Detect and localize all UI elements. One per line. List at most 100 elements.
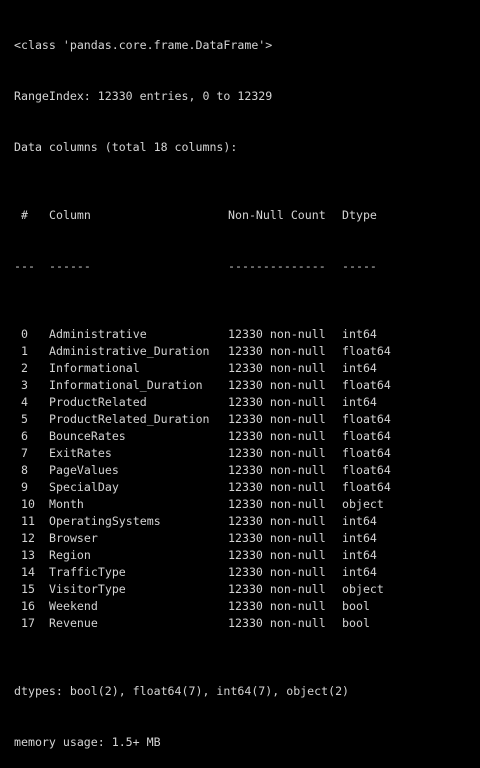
row-dtype: int64 xyxy=(342,395,377,409)
row-column-name: Informational xyxy=(49,361,140,375)
row-column-name: Browser xyxy=(49,531,98,545)
row-column-name: ProductRelated_Duration xyxy=(49,412,210,426)
row-non-null-count: 12330 non-null xyxy=(228,378,326,392)
table-row: 8 PageValues 12330 non-null float64 xyxy=(14,462,480,479)
row-index: 9 xyxy=(14,480,28,494)
table-row: 16 Weekend 12330 non-null bool xyxy=(14,598,480,615)
table-row: 7 ExitRates 12330 non-null float64 xyxy=(14,445,480,462)
row-dtype: object xyxy=(342,582,384,596)
row-column-name: Weekend xyxy=(49,599,98,613)
row-index: 16 xyxy=(14,599,35,613)
dtypes-line: dtypes: bool(2), float64(7), int64(7), o… xyxy=(14,684,350,698)
table-row: 6 BounceRates 12330 non-null float64 xyxy=(14,428,480,445)
table-row: 5 ProductRelated_Duration 12330 non-null fl… xyxy=(14,411,480,428)
row-dtype: int64 xyxy=(342,531,377,545)
table-row: 0 Administrative 12330 non-null int64 xyxy=(14,326,480,343)
row-non-null-count: 12330 non-null xyxy=(228,463,326,477)
row-index: 3 xyxy=(14,378,28,392)
row-non-null-count: 12330 non-null xyxy=(228,582,326,596)
row-dtype: float64 xyxy=(342,429,391,443)
table-row: 11 OperatingSystems 12330 non-null int64 xyxy=(14,513,480,530)
table-row: 12 Browser 12330 non-null int64 xyxy=(14,530,480,547)
row-index: 14 xyxy=(14,565,35,579)
memory-usage-line: memory usage: 1.5+ MB xyxy=(14,735,161,749)
row-column-name: Administrative_Duration xyxy=(49,344,210,358)
separator-count: -------------- xyxy=(228,259,326,273)
table-row: 2 Informational 12330 non-null int64 xyxy=(14,360,480,377)
row-non-null-count: 12330 non-null xyxy=(228,531,326,545)
row-index: 15 xyxy=(14,582,35,596)
row-column-name: Month xyxy=(49,497,84,511)
console-output: <class 'pandas.core.frame.DataFrame'> Ra… xyxy=(0,0,480,749)
table-row: 15 VisitorType 12330 non-null object xyxy=(14,581,480,598)
row-column-name: Region xyxy=(49,548,91,562)
row-non-null-count: 12330 non-null xyxy=(228,497,326,511)
table-header-row: # Column Non-Null Count Dtype xyxy=(14,207,480,224)
row-column-name: PageValues xyxy=(49,463,119,477)
row-dtype: float64 xyxy=(342,480,391,494)
table-row: 4 ProductRelated 12330 non-null int64 xyxy=(14,394,480,411)
separator-column: ------ xyxy=(49,259,91,273)
row-dtype: int64 xyxy=(342,548,377,562)
range-index-line: RangeIndex: 12330 entries, 0 to 12329 xyxy=(14,89,273,103)
row-column-name: SpecialDay xyxy=(49,480,119,494)
row-index: 11 xyxy=(14,514,35,528)
row-column-name: TrafficType xyxy=(49,565,126,579)
table-row: 17 Revenue 12330 non-null bool xyxy=(14,615,480,632)
row-non-null-count: 12330 non-null xyxy=(228,412,326,426)
row-dtype: int64 xyxy=(342,514,377,528)
row-index: 12 xyxy=(14,531,35,545)
separator-dtype: ----- xyxy=(342,259,377,273)
row-dtype: float64 xyxy=(342,412,391,426)
row-dtype: bool xyxy=(342,616,370,630)
table-row: 10 Month 12330 non-null object xyxy=(14,496,480,513)
row-non-null-count: 12330 non-null xyxy=(228,480,326,494)
row-column-name: Revenue xyxy=(49,616,98,630)
row-column-name: VisitorType xyxy=(49,582,126,596)
row-non-null-count: 12330 non-null xyxy=(228,599,326,613)
row-dtype: int64 xyxy=(342,565,377,579)
row-non-null-count: 12330 non-null xyxy=(228,344,326,358)
row-column-name: Administrative xyxy=(49,327,147,341)
row-non-null-count: 12330 non-null xyxy=(228,514,326,528)
row-non-null-count: 12330 non-null xyxy=(228,548,326,562)
row-column-name: ProductRelated xyxy=(49,395,147,409)
row-non-null-count: 12330 non-null xyxy=(228,565,326,579)
row-dtype: int64 xyxy=(342,327,377,341)
row-index: 10 xyxy=(14,497,35,511)
row-index: 17 xyxy=(14,616,35,630)
row-dtype: int64 xyxy=(342,361,377,375)
table-body: 0 Administrative 12330 non-null int64 1 Admi… xyxy=(14,326,480,632)
row-index: 8 xyxy=(14,463,28,477)
row-non-null-count: 12330 non-null xyxy=(228,616,326,630)
row-index: 2 xyxy=(14,361,28,375)
row-dtype: float64 xyxy=(342,446,391,460)
row-index: 1 xyxy=(14,344,28,358)
row-non-null-count: 12330 non-null xyxy=(228,446,326,460)
row-non-null-count: 12330 non-null xyxy=(228,327,326,341)
row-index: 13 xyxy=(14,548,35,562)
header-column: Column xyxy=(49,208,91,222)
row-column-name: Informational_Duration xyxy=(49,378,203,392)
row-dtype: object xyxy=(342,497,384,511)
row-non-null-count: 12330 non-null xyxy=(228,395,326,409)
table-row: 3 Informational_Duration 12330 non-null flo… xyxy=(14,377,480,394)
row-index: 6 xyxy=(14,429,28,443)
row-column-name: BounceRates xyxy=(49,429,126,443)
table-row: 1 Administrative_Duration 12330 non-null fl… xyxy=(14,343,480,360)
row-dtype: float64 xyxy=(342,463,391,477)
row-dtype: float64 xyxy=(342,344,391,358)
row-column-name: ExitRates xyxy=(49,446,112,460)
header-count: Non-Null Count xyxy=(228,208,326,222)
row-index: 0 xyxy=(14,327,28,341)
row-index: 7 xyxy=(14,446,28,460)
table-separator-row: --- ------ -------------- ----- xyxy=(14,258,480,275)
separator-index: --- xyxy=(14,259,35,273)
header-dtype: Dtype xyxy=(342,208,377,222)
row-dtype: bool xyxy=(342,599,370,613)
row-non-null-count: 12330 non-null xyxy=(228,361,326,375)
row-index: 5 xyxy=(14,412,28,426)
class-line: <class 'pandas.core.frame.DataFrame'> xyxy=(14,38,273,52)
table-row: 13 Region 12330 non-null int64 xyxy=(14,547,480,564)
data-columns-line: Data columns (total 18 columns): xyxy=(14,140,238,154)
